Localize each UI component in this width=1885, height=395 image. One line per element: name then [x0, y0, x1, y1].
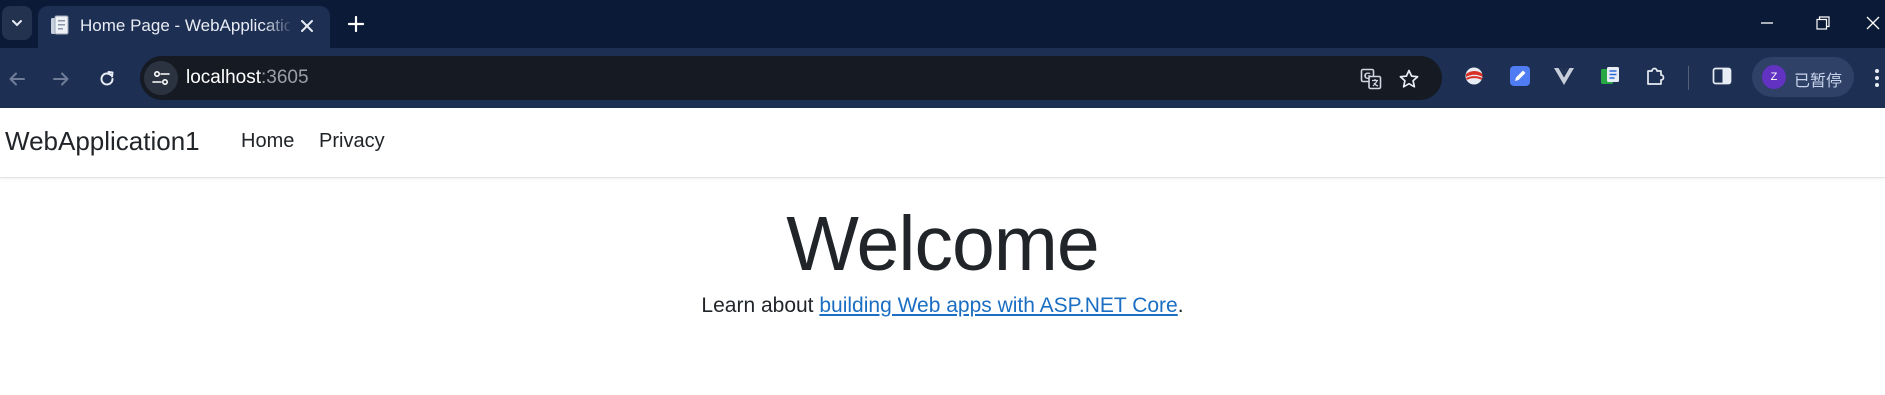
active-tab[interactable]: Home Page - WebApplication1 — [38, 6, 330, 48]
browser-toolbar: localhost:3605 G Z 已暂停 — [0, 48, 1885, 108]
toolbar-separator — [1688, 66, 1689, 90]
learn-text: Learn about — [701, 294, 820, 317]
green-docs-extension-icon — [1601, 67, 1619, 84]
hero-section: Welcome Learn about building Web apps wi… — [0, 196, 1885, 318]
reload-button[interactable] — [92, 64, 122, 94]
red-sphere-extension-icon — [1465, 67, 1483, 85]
navbar-brand[interactable]: WebApplication1 — [5, 126, 200, 157]
star-icon — [1399, 69, 1419, 88]
avatar: Z — [1762, 65, 1786, 89]
reload-icon — [100, 71, 114, 86]
learn-paragraph: Learn about building Web apps with ASP.N… — [0, 294, 1885, 318]
vue-devtools-icon — [1554, 68, 1574, 85]
tune-icon — [152, 70, 170, 86]
close-icon — [301, 20, 313, 32]
tab-strip: Home Page - WebApplication1 — [0, 0, 1885, 48]
url-text[interactable]: localhost:3605 — [186, 67, 309, 89]
more-vert-icon — [1875, 69, 1879, 87]
nav-link-privacy[interactable]: Privacy — [319, 130, 385, 153]
aspnet-docs-link[interactable]: building Web apps with ASP.NET Core — [819, 294, 1177, 317]
close-window-icon — [1866, 16, 1880, 30]
tab-title-fade — [264, 10, 294, 40]
close-window-button[interactable] — [1862, 10, 1884, 36]
tab-title: Home Page - WebApplication1 — [80, 16, 290, 35]
back-button[interactable] — [2, 64, 32, 94]
forward-button[interactable] — [46, 64, 76, 94]
learn-text-end: . — [1177, 294, 1184, 317]
tab-search-button[interactable] — [2, 6, 32, 40]
side-panel-button[interactable] — [1709, 63, 1735, 89]
restore-icon — [1816, 16, 1830, 30]
welcome-heading: Welcome — [786, 201, 1100, 287]
side-panel-icon — [1712, 67, 1732, 85]
red-sphere-extension-button[interactable] — [1461, 63, 1487, 89]
blue-edit-extension-button[interactable] — [1507, 63, 1533, 89]
document-icon — [51, 15, 69, 35]
back-arrow-icon — [9, 72, 25, 86]
site-navbar: WebApplication1 Home Privacy — [0, 108, 1885, 178]
restore-button[interactable] — [1808, 10, 1838, 36]
site-info-button[interactable] — [144, 61, 178, 95]
new-tab-button[interactable] — [342, 10, 370, 38]
minimize-icon — [1761, 22, 1773, 24]
profile-button[interactable]: Z 已暂停 — [1752, 57, 1854, 97]
translate-button[interactable]: G — [1358, 66, 1384, 92]
bookmark-button[interactable] — [1396, 66, 1422, 92]
minimize-button[interactable] — [1752, 10, 1782, 36]
green-docs-extension-button[interactable] — [1597, 63, 1623, 89]
plus-icon — [348, 16, 364, 32]
chevron-down-icon — [12, 20, 22, 27]
translate-icon: G — [1360, 68, 1382, 90]
profile-status-label: 已暂停 — [1794, 71, 1843, 90]
close-tab-button[interactable] — [296, 15, 318, 37]
vue-devtools-extension-button[interactable] — [1551, 63, 1577, 89]
forward-arrow-icon — [53, 72, 69, 86]
nav-link-home[interactable]: Home — [241, 130, 294, 153]
extensions-menu-button[interactable] — [1642, 63, 1668, 89]
url-port: :3605 — [261, 67, 309, 88]
browser-menu-button[interactable] — [1870, 64, 1884, 92]
puzzle-extensions-icon — [1647, 67, 1665, 85]
url-host: localhost — [186, 67, 261, 88]
blue-edit-extension-icon — [1510, 66, 1530, 86]
address-bar[interactable]: localhost:3605 G — [140, 56, 1442, 100]
